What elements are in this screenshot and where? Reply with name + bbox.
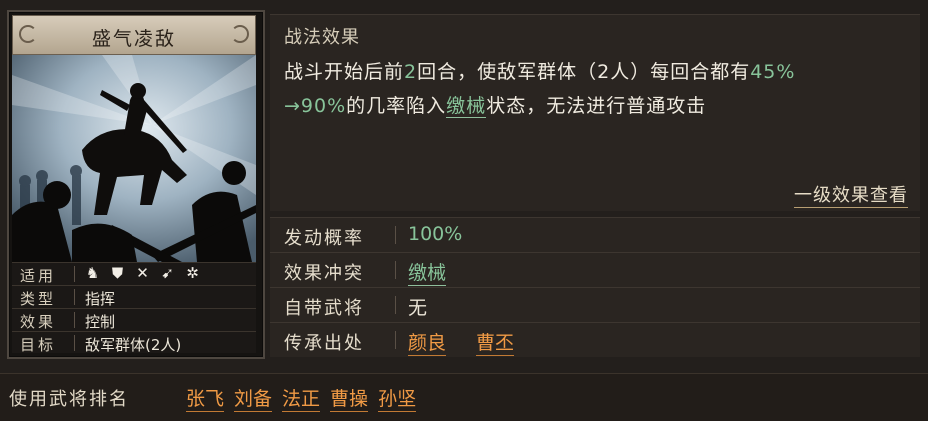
attr-label: 效果冲突 (284, 263, 364, 284)
info-value: 控制 (85, 313, 116, 331)
trigger-rate-value: 100% (408, 223, 463, 245)
wheel-icon: ✲ (186, 264, 199, 282)
troop-type-icons: ♞ ⛊ ✕ ➹ ✲ (84, 265, 201, 282)
info-key: 效果 (20, 313, 57, 331)
spear-icon: ➹ (161, 264, 174, 282)
ranked-general-link[interactable]: 刘备 (234, 384, 273, 412)
info-row-effect: 效果 控制 (12, 308, 256, 331)
inherit-source-list: 颜良 曹丕 (408, 328, 515, 356)
effect-title: 战法效果 (284, 27, 360, 48)
ranked-general-link[interactable]: 法正 (282, 384, 321, 412)
effect-panel: 战法效果 战斗开始后前2回合，使敌军群体（2人）每回合都有45% →90%的几率陷… (270, 14, 920, 211)
usage-ranking-bar: 使用武将排名 张飞 刘备 法正 曹操 孙坚 (0, 373, 928, 421)
info-key: 适用 (20, 267, 57, 285)
level-effect-link[interactable]: 一级效果查看 (794, 181, 908, 208)
info-row-type: 类型 指挥 (12, 285, 256, 308)
effect-description: 战斗开始后前2回合，使敌军群体（2人）每回合都有45% →90%的几率陷入缴械状态… (284, 61, 796, 118)
cavalry-icon: ♞ (85, 264, 100, 282)
own-general-value: 无 (408, 297, 428, 319)
info-value: 敌军群体(2人) (85, 336, 182, 354)
row-own-general: 自带武将 无 (270, 287, 920, 322)
ranked-general-link[interactable]: 孙坚 (378, 384, 417, 412)
inherit-general-link[interactable]: 颜良 (408, 328, 447, 356)
card-info-table: 适用 ♞ ⛊ ✕ ➹ ✲ 类型 指挥 效果 控制 目标 敌军群体(2人) (12, 262, 256, 354)
inherit-general-link[interactable]: 曹丕 (476, 328, 515, 356)
info-row-applicable: 适用 ♞ ⛊ ✕ ➹ ✲ (12, 262, 256, 285)
info-row-target: 目标 敌军群体(2人) (12, 331, 256, 354)
status-keyword-link[interactable]: 缴械 (446, 95, 487, 118)
skill-artwork (12, 55, 256, 262)
shield-icon: ⛊ (111, 264, 124, 282)
skill-name: 盛气凌敌 (91, 28, 176, 50)
info-key: 类型 (20, 290, 57, 308)
usage-ranking-list: 张飞 刘备 法正 曹操 孙坚 (186, 384, 417, 412)
attr-label: 自带武将 (284, 298, 364, 319)
attr-label: 发动概率 (284, 228, 364, 249)
row-trigger-rate: 发动概率 100% (270, 217, 920, 252)
skill-card: 盛气凌敌 适用 ♞ ⛊ ✕ ➹ ✲ 类型 指挥 效果 控制 目标 敌军群体(2人… (7, 10, 265, 359)
attr-label: 传承出处 (284, 333, 364, 354)
conflict-value-link[interactable]: 缴械 (408, 258, 447, 286)
row-effect-conflict: 效果冲突 缴械 (270, 252, 920, 287)
card-title-banner: 盛气凌敌 (12, 15, 256, 55)
ranked-general-link[interactable]: 曹操 (330, 384, 369, 412)
info-key: 目标 (20, 336, 57, 354)
bow-icon: ✕ (136, 264, 149, 282)
row-inherit-source: 传承出处 颜良 曹丕 (270, 322, 920, 357)
ranked-general-link[interactable]: 张飞 (186, 384, 225, 412)
info-value: 指挥 (85, 290, 116, 308)
usage-ranking-label: 使用武将排名 (9, 389, 129, 410)
